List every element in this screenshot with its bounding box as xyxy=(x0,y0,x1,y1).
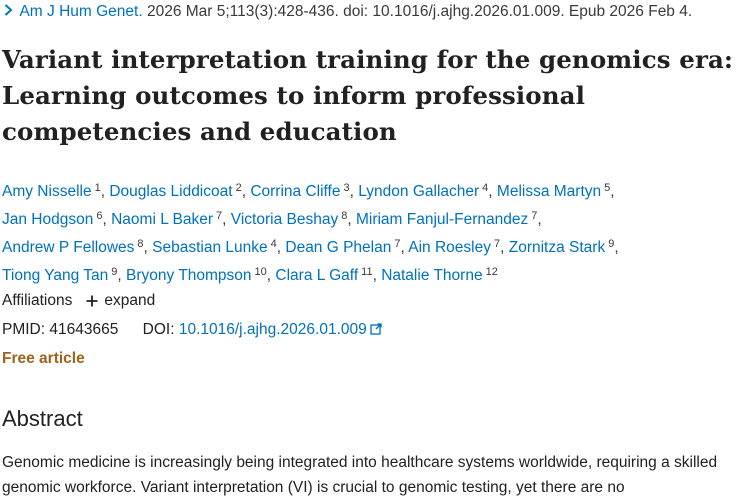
affiliation-number[interactable]: 6 xyxy=(96,210,102,222)
author-link[interactable]: Clara L Gaff xyxy=(275,267,358,284)
doi-value: 10.1016/j.ajhg.2026.01.009 xyxy=(178,321,367,338)
author-link[interactable]: Sebastian Lunke xyxy=(152,239,267,256)
affiliation-number[interactable]: 4 xyxy=(482,182,488,194)
affiliation-number[interactable]: 9 xyxy=(608,238,614,250)
pmid-value: 41643665 xyxy=(49,321,119,338)
author-item: Miriam Fanjul-Fernandez 7, xyxy=(355,210,542,228)
author-link[interactable]: Miriam Fanjul-Fernandez xyxy=(356,211,528,228)
author-link[interactable]: Douglas Liddicoat xyxy=(109,183,232,200)
author-item: Corrina Cliffe 3, xyxy=(250,182,359,200)
plus-icon xyxy=(86,292,98,310)
affiliation-number[interactable]: 12 xyxy=(486,266,498,278)
author-item: Melissa Martyn 5, xyxy=(496,182,615,200)
author-link[interactable]: Victoria Beshay xyxy=(231,211,338,228)
expand-label: expand xyxy=(104,292,156,309)
author-link[interactable]: Bryony Thompson xyxy=(126,267,252,284)
author-item: Douglas Liddicoat 2, xyxy=(109,182,251,200)
author-item: Lyndon Gallacher 4, xyxy=(358,182,497,200)
author-link[interactable]: Lyndon Gallacher xyxy=(358,183,479,200)
author-link[interactable]: Dean G Phelan xyxy=(285,239,391,256)
author-item: Jan Hodgson 6, xyxy=(2,210,112,228)
author-item: Ain Roesley 7, xyxy=(408,238,509,256)
author-item: Amy Nisselle 1, xyxy=(2,182,110,200)
citation-details: 2026 Mar 5;113(3):428-436. doi: 10.1016/… xyxy=(146,3,693,20)
author-link[interactable]: Naomi L Baker xyxy=(111,211,213,228)
author-link[interactable]: Ain Roesley xyxy=(408,239,491,256)
pmid-label: PMID: xyxy=(2,321,46,338)
citation-line: Am J Hum Genet. 2026 Mar 5;113(3):428-43… xyxy=(4,3,692,21)
affiliation-number[interactable]: 7 xyxy=(494,238,500,250)
author-item: Natalie Thorne 12 xyxy=(381,266,498,284)
affiliation-number[interactable]: 9 xyxy=(111,266,117,278)
affiliation-number[interactable]: 7 xyxy=(394,238,400,250)
chevron-right-icon[interactable] xyxy=(4,3,13,20)
affiliation-number[interactable]: 8 xyxy=(341,210,347,222)
author-item: Victoria Beshay 8, xyxy=(230,210,356,228)
doi-label: DOI: xyxy=(142,321,175,338)
identifiers-line: PMID: 41643665 DOI: 10.1016/j.ajhg.2026.… xyxy=(2,321,382,340)
affiliations-label: Affiliations xyxy=(2,292,73,309)
author-item: Dean G Phelan 7, xyxy=(285,238,409,256)
article-title: Variant interpretation training for the … xyxy=(2,45,734,146)
affiliation-number[interactable]: 4 xyxy=(271,238,277,250)
affiliation-number[interactable]: 8 xyxy=(137,238,143,250)
author-link[interactable]: Zornitza Stark xyxy=(509,239,605,256)
author-item: Tiong Yang Tan 9, xyxy=(2,266,127,284)
abstract-text: Genomic medicine is increasingly being i… xyxy=(2,454,718,496)
affiliation-number[interactable]: 2 xyxy=(236,182,242,194)
author-item: Clara L Gaff 11, xyxy=(275,266,382,284)
author-link[interactable]: Corrina Cliffe xyxy=(250,183,340,200)
affiliation-number[interactable]: 1 xyxy=(95,182,101,194)
abstract-heading: Abstract xyxy=(2,406,83,431)
author-link[interactable]: Andrew P Fellowes xyxy=(2,239,134,256)
affiliations-toggle[interactable]: Affiliations expand xyxy=(2,292,155,310)
journal-link[interactable]: Am J Hum Genet. xyxy=(19,3,142,20)
affiliation-number[interactable]: 7 xyxy=(216,210,222,222)
author-item: Zornitza Stark 9, xyxy=(508,238,619,256)
author-link[interactable]: Tiong Yang Tan xyxy=(2,267,108,284)
affiliation-number[interactable]: 10 xyxy=(255,266,267,278)
external-link-icon xyxy=(370,322,382,340)
author-list: Amy Nisselle 1, Douglas Liddicoat 2, Corri… xyxy=(2,176,742,288)
author-link[interactable]: Melissa Martyn xyxy=(497,183,601,200)
affiliation-number[interactable]: 7 xyxy=(531,210,537,222)
doi-link[interactable]: 10.1016/j.ajhg.2026.01.009 xyxy=(179,321,382,338)
affiliation-number[interactable]: 11 xyxy=(361,266,372,278)
author-item: Naomi L Baker 7, xyxy=(111,210,231,228)
author-link[interactable]: Natalie Thorne xyxy=(381,267,482,284)
author-item: Bryony Thompson 10, xyxy=(126,266,276,284)
affiliation-number[interactable]: 3 xyxy=(343,182,349,194)
free-article-badge: Free article xyxy=(2,350,85,367)
affiliation-number[interactable]: 5 xyxy=(604,182,610,194)
author-link[interactable]: Jan Hodgson xyxy=(2,211,93,228)
author-item: Sebastian Lunke 4, xyxy=(152,238,286,256)
author-link[interactable]: Amy Nisselle xyxy=(2,183,92,200)
author-item: Andrew P Fellowes 8, xyxy=(2,238,153,256)
